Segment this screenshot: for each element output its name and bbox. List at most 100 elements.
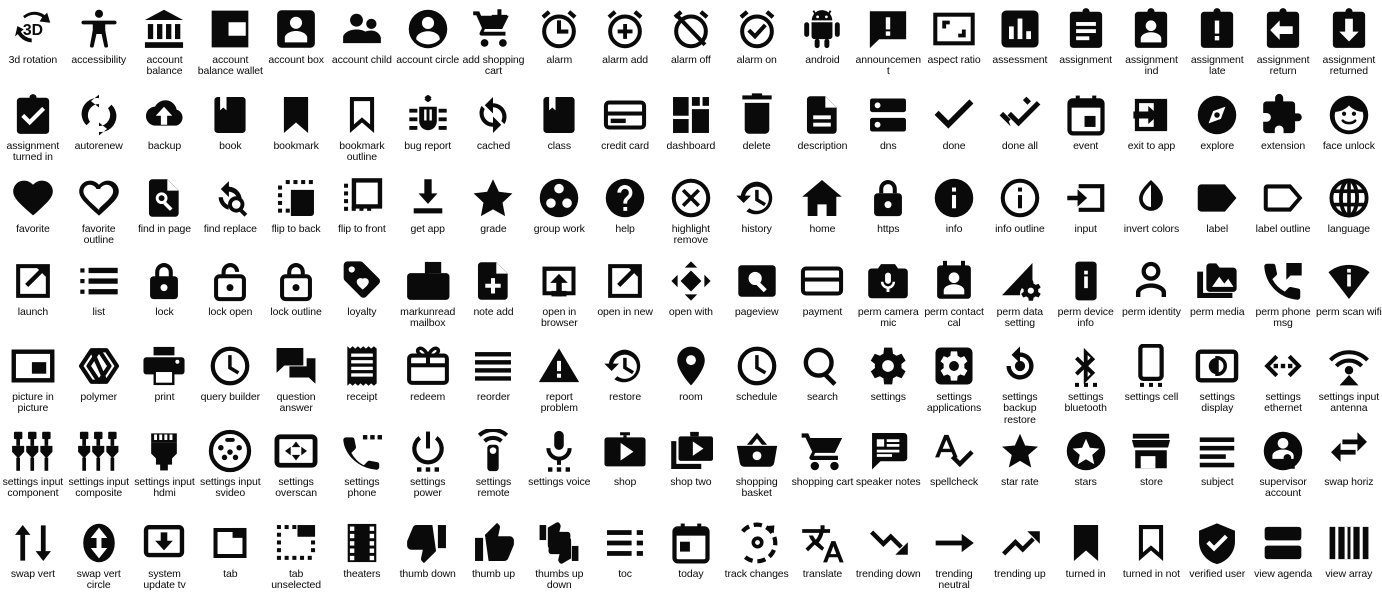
- dashboard-icon[interactable]: [668, 92, 714, 138]
- theaters-icon[interactable]: [339, 520, 385, 566]
- icon-cell[interactable]: thumb down: [395, 514, 461, 592]
- grade-icon[interactable]: [470, 175, 516, 221]
- perm-scan-wifi-icon[interactable]: [1326, 258, 1372, 304]
- icon-cell[interactable]: markunread mailbox: [395, 252, 461, 337]
- list-icon[interactable]: [76, 258, 122, 304]
- icon-cell[interactable]: extension: [1250, 86, 1316, 169]
- announcement-icon[interactable]: [865, 6, 911, 52]
- icon-cell[interactable]: explore: [1184, 86, 1250, 169]
- icon-cell[interactable]: add shopping cart: [461, 0, 527, 86]
- icon-cell[interactable]: backup: [132, 86, 198, 169]
- icon-cell[interactable]: home: [790, 169, 856, 252]
- icon-cell[interactable]: dashboard: [658, 86, 724, 169]
- icon-cell[interactable]: swap vert circle: [66, 514, 132, 592]
- flip-to-front-icon[interactable]: [339, 175, 385, 221]
- picture-in-picture-icon[interactable]: [10, 343, 56, 389]
- exit-to-app-icon[interactable]: [1128, 92, 1174, 138]
- icon-cell[interactable]: settings input composite: [66, 422, 132, 514]
- turned-in-icon[interactable]: [1063, 520, 1109, 566]
- markunread-mailbox-icon[interactable]: [405, 258, 451, 304]
- icon-cell[interactable]: alarm: [526, 0, 592, 86]
- search-icon[interactable]: [799, 343, 845, 389]
- perm-contact-cal-icon[interactable]: [931, 258, 977, 304]
- room-icon[interactable]: [668, 343, 714, 389]
- today-icon[interactable]: [668, 520, 714, 566]
- view-agenda-icon[interactable]: [1260, 520, 1306, 566]
- dns-icon[interactable]: [865, 92, 911, 138]
- payment-icon[interactable]: [799, 258, 845, 304]
- icon-cell[interactable]: help: [592, 169, 658, 252]
- assignment-icon[interactable]: [1063, 6, 1109, 52]
- icon-cell[interactable]: schedule: [724, 337, 790, 422]
- spellcheck-icon[interactable]: [931, 428, 977, 474]
- shop-two-icon[interactable]: [668, 428, 714, 474]
- icon-cell[interactable]: input: [1053, 169, 1119, 252]
- accessibility-icon[interactable]: [76, 6, 122, 52]
- track-changes-icon[interactable]: [734, 520, 780, 566]
- account-box-icon[interactable]: [273, 6, 319, 52]
- settings-cell-icon[interactable]: [1128, 343, 1174, 389]
- lock-icon[interactable]: [141, 258, 187, 304]
- icon-cell[interactable]: perm phone msg: [1250, 252, 1316, 337]
- icon-cell[interactable]: exit to app: [1119, 86, 1185, 169]
- icon-cell[interactable]: assignment ind: [1119, 0, 1185, 86]
- icon-cell[interactable]: restore: [592, 337, 658, 422]
- icon-cell[interactable]: alarm off: [658, 0, 724, 86]
- icon-cell[interactable]: swap horiz: [1316, 422, 1382, 514]
- icon-cell[interactable]: launch: [0, 252, 66, 337]
- icon-cell[interactable]: swap vert: [0, 514, 66, 592]
- icon-cell[interactable]: stars: [1053, 422, 1119, 514]
- open-in-browser-icon[interactable]: [536, 258, 582, 304]
- icon-cell[interactable]: redeem: [395, 337, 461, 422]
- perm-data-setting-icon[interactable]: [997, 258, 1043, 304]
- icon-cell[interactable]: invert colors: [1119, 169, 1185, 252]
- android-icon[interactable]: [799, 6, 845, 52]
- add-shopping-cart-icon[interactable]: [470, 6, 516, 52]
- icon-cell[interactable]: note add: [461, 252, 527, 337]
- icon-cell[interactable]: settings display: [1184, 337, 1250, 422]
- icon-cell[interactable]: settings power: [395, 422, 461, 514]
- icon-cell[interactable]: toc: [592, 514, 658, 592]
- bookmark-outline-icon[interactable]: [339, 92, 385, 138]
- icon-cell[interactable]: tab unselected: [263, 514, 329, 592]
- icon-cell[interactable]: event: [1053, 86, 1119, 169]
- icon-cell[interactable]: perm identity: [1119, 252, 1185, 337]
- trending-down-icon[interactable]: [865, 520, 911, 566]
- icon-cell[interactable]: account balance: [132, 0, 198, 86]
- icon-cell[interactable]: payment: [790, 252, 856, 337]
- swap-vert-circle-icon[interactable]: [76, 520, 122, 566]
- icon-cell[interactable]: shop two: [658, 422, 724, 514]
- icon-cell[interactable]: 3D 3d rotation: [0, 0, 66, 86]
- icon-cell[interactable]: perm media: [1184, 252, 1250, 337]
- icon-cell[interactable]: accessibility: [66, 0, 132, 86]
- receipt-icon[interactable]: [339, 343, 385, 389]
- icon-cell[interactable]: favorite outline: [66, 169, 132, 252]
- icon-cell[interactable]: book: [197, 86, 263, 169]
- group-work-icon[interactable]: [536, 175, 582, 221]
- icon-cell[interactable]: assignment: [1053, 0, 1119, 86]
- history-icon[interactable]: [734, 175, 780, 221]
- restore-icon[interactable]: [602, 343, 648, 389]
- icon-cell[interactable]: grade: [461, 169, 527, 252]
- favorite-outline-icon[interactable]: [76, 175, 122, 221]
- lock-outline-icon[interactable]: [273, 258, 319, 304]
- toc-icon[interactable]: [602, 520, 648, 566]
- icon-cell[interactable]: view array: [1316, 514, 1382, 592]
- lock-open-icon[interactable]: [207, 258, 253, 304]
- https-icon[interactable]: [865, 175, 911, 221]
- icon-cell[interactable]: account circle: [395, 0, 461, 86]
- pageview-icon[interactable]: [734, 258, 780, 304]
- icon-cell[interactable]: aspect ratio: [921, 0, 987, 86]
- icon-cell[interactable]: done: [921, 86, 987, 169]
- settings-phone-icon[interactable]: [339, 428, 385, 474]
- icon-cell[interactable]: cached: [461, 86, 527, 169]
- icon-cell[interactable]: face unlock: [1316, 86, 1382, 169]
- icon-cell[interactable]: find replace: [197, 169, 263, 252]
- done-all-icon[interactable]: [997, 92, 1043, 138]
- note-add-icon[interactable]: [470, 258, 516, 304]
- shop-icon[interactable]: [602, 428, 648, 474]
- open-in-new-icon[interactable]: [602, 258, 648, 304]
- schedule-icon[interactable]: [734, 343, 780, 389]
- icon-cell[interactable]: alarm on: [724, 0, 790, 86]
- icon-cell[interactable]: shopping basket: [724, 422, 790, 514]
